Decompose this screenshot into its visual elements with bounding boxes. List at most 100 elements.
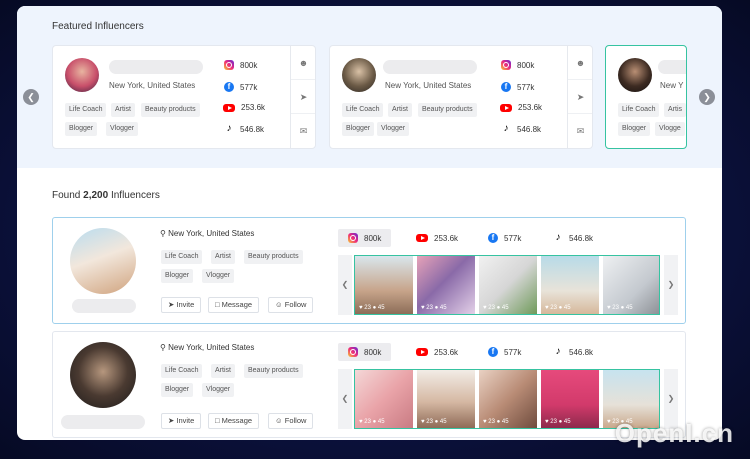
location-text: New York, United States	[109, 81, 196, 90]
message-icon: □	[215, 300, 220, 309]
tiktok-stat: ♪ 546.8k	[501, 123, 542, 134]
tag: Beauty products	[141, 103, 200, 117]
tag: Blogger	[65, 122, 98, 136]
post-thumbnail[interactable]: ♥ 23 ● 45	[479, 370, 537, 428]
add-user-icon[interactable]: ☻	[291, 46, 315, 80]
message-button[interactable]: □ Message	[208, 413, 260, 429]
results-count-title: Found 2,200 Influencers	[52, 190, 160, 201]
youtube-tab[interactable]: 253.6k	[416, 343, 458, 361]
post-thumbnail[interactable]: ♥ 23 ● 45	[603, 256, 659, 314]
tiktok-tab[interactable]: ♪ 546.8k	[553, 229, 594, 247]
featured-section: Featured Influencers ❮ ❯ New York, Unite…	[17, 6, 722, 168]
facebook-stat: f 577k	[501, 82, 534, 92]
youtube-icon	[500, 103, 512, 112]
featured-card[interactable]: New York, United States Life Coach Artis…	[52, 45, 316, 149]
post-thumbnail[interactable]: ♥ 23 ● 45	[541, 256, 599, 314]
avatar	[342, 58, 376, 92]
post-thumbnail[interactable]: ♥ 23 ● 45	[355, 370, 413, 428]
send-icon: ➤	[168, 416, 175, 425]
post-thumbnail[interactable]: ♥ 23 ● 45	[479, 256, 537, 314]
platform-stats: 800k 253.6k f 577k ♪ 546.8k	[338, 229, 678, 247]
user-icon: ☺	[275, 300, 283, 309]
influencer-row[interactable]: ⚲ New York, United States Life Coach Art…	[52, 331, 686, 438]
location: ⚲ New York, United States	[160, 229, 255, 238]
send-icon[interactable]: ➤	[568, 80, 592, 114]
instagram-tab[interactable]: 800k	[338, 229, 392, 247]
posts-strip: ❮ ♥ 23 ● 45 ♥ 23 ● 45 ♥ 23 ● 45 ♥ 23 ● 4…	[338, 255, 678, 315]
facebook-icon: f	[224, 82, 234, 92]
chevron-right-icon[interactable]: ❯	[664, 255, 678, 315]
platform-stats: 800k 253.6k f 577k ♪ 546.8k	[338, 343, 678, 361]
tag: Blogger	[161, 269, 194, 283]
location: ⚲ New York, United States	[160, 343, 255, 352]
instagram-tab[interactable]: 800k	[338, 343, 392, 361]
facebook-icon: f	[501, 82, 511, 92]
invite-button[interactable]: ➤ Invite	[161, 413, 202, 429]
tag: Beauty products	[418, 103, 477, 117]
instagram-icon	[348, 347, 358, 357]
facebook-icon: f	[488, 347, 498, 357]
pin-icon: ⚲	[160, 343, 166, 352]
instagram-icon	[501, 60, 511, 70]
tiktok-tab[interactable]: ♪ 546.8k	[553, 343, 594, 361]
message-icon: □	[215, 416, 220, 425]
post-thumbnail[interactable]: ♥ 23 ● 45	[417, 370, 475, 428]
tag: Blogger	[342, 122, 375, 136]
tiktok-stat: ♪ 546.8k	[224, 123, 265, 134]
featured-card[interactable]: New Y Life Coach Artis Blogger Vlogge	[605, 45, 687, 149]
tag: Beauty products	[244, 364, 303, 378]
youtube-stat: 253.6k	[500, 103, 542, 112]
tag: Artist	[111, 103, 135, 117]
facebook-tab[interactable]: f 577k	[488, 229, 521, 247]
facebook-icon: f	[488, 233, 498, 243]
invite-button[interactable]: ➤ Invite	[161, 297, 202, 313]
location-text: New Y	[660, 81, 684, 90]
youtube-stat: 253.6k	[223, 103, 265, 112]
tiktok-icon: ♪	[226, 123, 232, 134]
pin-icon: ⚲	[160, 229, 166, 238]
chevron-right-icon[interactable]: ❯	[699, 89, 715, 105]
instagram-stat: 800k	[224, 60, 257, 70]
facebook-stat: f 577k	[224, 82, 257, 92]
tiktok-icon: ♪	[503, 123, 509, 134]
post-thumbnails: ♥ 23 ● 45 ♥ 23 ● 45 ♥ 23 ● 45 ♥ 23 ● 45 …	[354, 255, 660, 315]
chevron-left-icon[interactable]: ❮	[338, 255, 352, 315]
name-placeholder	[109, 60, 203, 74]
card-actions: ☻ ➤ ✉	[567, 46, 592, 148]
featured-card[interactable]: New York, United States Life Coach Artis…	[329, 45, 593, 149]
influencer-row[interactable]: ⚲ New York, United States Life Coach Art…	[52, 217, 686, 324]
youtube-icon	[416, 348, 428, 356]
tag: Beauty products	[244, 250, 303, 264]
chevron-left-icon[interactable]: ❮	[338, 369, 352, 429]
send-icon[interactable]: ➤	[291, 80, 315, 114]
tag: Life Coach	[161, 364, 203, 378]
tag: Vlogge	[655, 122, 685, 136]
post-thumbnail[interactable]: ♥ 23 ● 45	[355, 256, 413, 314]
avatar	[70, 228, 136, 294]
featured-title: Featured Influencers	[52, 21, 144, 32]
instagram-icon	[348, 233, 358, 243]
instagram-stat: 800k	[501, 60, 534, 70]
mail-icon[interactable]: ✉	[291, 114, 315, 148]
tag: Blogger	[161, 383, 194, 397]
add-user-icon[interactable]: ☻	[568, 46, 592, 80]
mail-icon[interactable]: ✉	[568, 114, 592, 148]
follow-button[interactable]: ☺ Follow	[268, 413, 314, 429]
youtube-icon	[223, 103, 235, 112]
message-button[interactable]: □ Message	[208, 297, 260, 313]
tag: Artist	[388, 103, 412, 117]
name-placeholder	[383, 60, 477, 74]
tag: Vlogger	[202, 269, 235, 283]
post-thumbnail[interactable]: ♥ 23 ● 45	[541, 370, 599, 428]
chevron-left-icon[interactable]: ❮	[23, 89, 39, 105]
facebook-tab[interactable]: f 577k	[488, 343, 521, 361]
card-actions: ☻ ➤ ✉	[290, 46, 315, 148]
post-thumbnail[interactable]: ♥ 23 ● 45	[417, 256, 475, 314]
tiktok-icon: ♪	[555, 232, 561, 243]
follow-button[interactable]: ☺ Follow	[268, 297, 314, 313]
user-icon: ☺	[275, 416, 283, 425]
tiktok-icon: ♪	[555, 346, 561, 357]
location-text: New York, United States	[385, 81, 472, 90]
youtube-tab[interactable]: 253.6k	[416, 229, 458, 247]
instagram-icon	[224, 60, 234, 70]
